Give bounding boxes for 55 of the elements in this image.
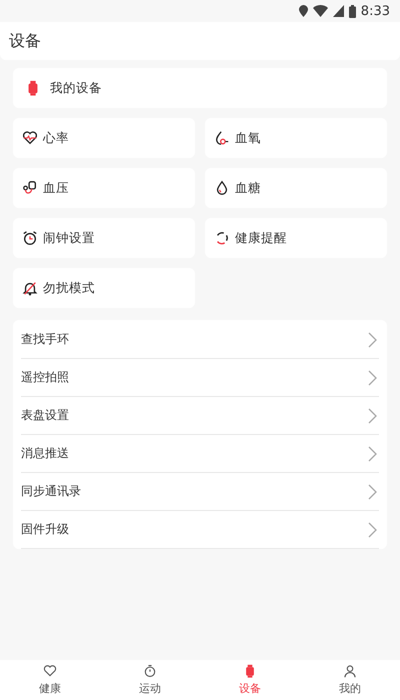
feature-label: 健康提醒	[235, 230, 287, 246]
nav-tab[interactable]: 运动	[100, 660, 200, 700]
person-icon	[343, 664, 357, 678]
chevron-right-icon	[367, 484, 377, 500]
menu-row[interactable]: 消息推送	[21, 435, 379, 473]
chevron-right-icon	[367, 332, 377, 348]
page-title: 设备	[9, 30, 41, 52]
menu-label: 遥控拍照	[21, 369, 69, 386]
drop-icon	[214, 130, 230, 146]
chevron-right-icon	[367, 446, 377, 462]
feature-card[interactable]: 血糖	[205, 168, 387, 208]
nav-tab[interactable]: 健康	[0, 660, 100, 700]
menu-label: 消息推送	[21, 445, 69, 462]
feature-card[interactable]: 勿扰模式	[13, 268, 195, 308]
signal-icon	[332, 5, 344, 17]
battery-icon	[348, 4, 356, 18]
my-device-card[interactable]: 我的设备	[13, 68, 387, 108]
menu-label: 同步通讯录	[21, 483, 81, 500]
wifi-icon	[312, 5, 328, 17]
heart-icon	[22, 130, 38, 146]
location-icon	[298, 5, 308, 17]
monitor-icon	[22, 180, 38, 196]
status-time: 8:33	[360, 4, 390, 18]
heart-icon	[43, 664, 57, 678]
feature-label: 心率	[43, 130, 69, 146]
menu-row[interactable]: 遥控拍照	[21, 359, 379, 397]
nav-tab[interactable]: 我的	[300, 660, 400, 700]
feature-card[interactable]: 血压	[13, 168, 195, 208]
chevron-right-icon	[367, 522, 377, 538]
feature-label: 血压	[43, 180, 69, 196]
chevron-right-icon	[367, 408, 377, 424]
menu-row[interactable]: 固件升级	[21, 511, 379, 549]
feature-label: 勿扰模式	[43, 280, 95, 296]
cycle-icon	[214, 230, 230, 246]
menu-row[interactable]: 查找手环	[21, 321, 379, 359]
menu-label: 表盘设置	[21, 407, 69, 424]
watch-icon	[243, 664, 257, 678]
menu-label: 查找手环	[21, 331, 69, 348]
menu-label: 固件升级	[21, 521, 69, 538]
feature-label: 血氧	[235, 130, 261, 146]
bell-off-icon	[22, 280, 38, 296]
menu-row[interactable]: 表盘设置	[21, 397, 379, 435]
feature-card[interactable]: 闹钟设置	[13, 218, 195, 258]
feature-card[interactable]: 心率	[13, 118, 195, 158]
alarm-clock-icon	[22, 230, 38, 246]
feature-label: 血糖	[235, 180, 261, 196]
stopwatch-icon	[143, 664, 157, 678]
feature-card[interactable]: 血氧	[205, 118, 387, 158]
my-device-label: 我的设备	[50, 80, 102, 96]
nav-tab[interactable]: 设备	[200, 660, 300, 700]
drop-icon	[214, 180, 230, 196]
feature-label: 闹钟设置	[43, 230, 95, 246]
feature-card[interactable]: 健康提醒	[205, 218, 387, 258]
chevron-right-icon	[367, 370, 377, 386]
menu-row[interactable]: 同步通讯录	[21, 473, 379, 511]
